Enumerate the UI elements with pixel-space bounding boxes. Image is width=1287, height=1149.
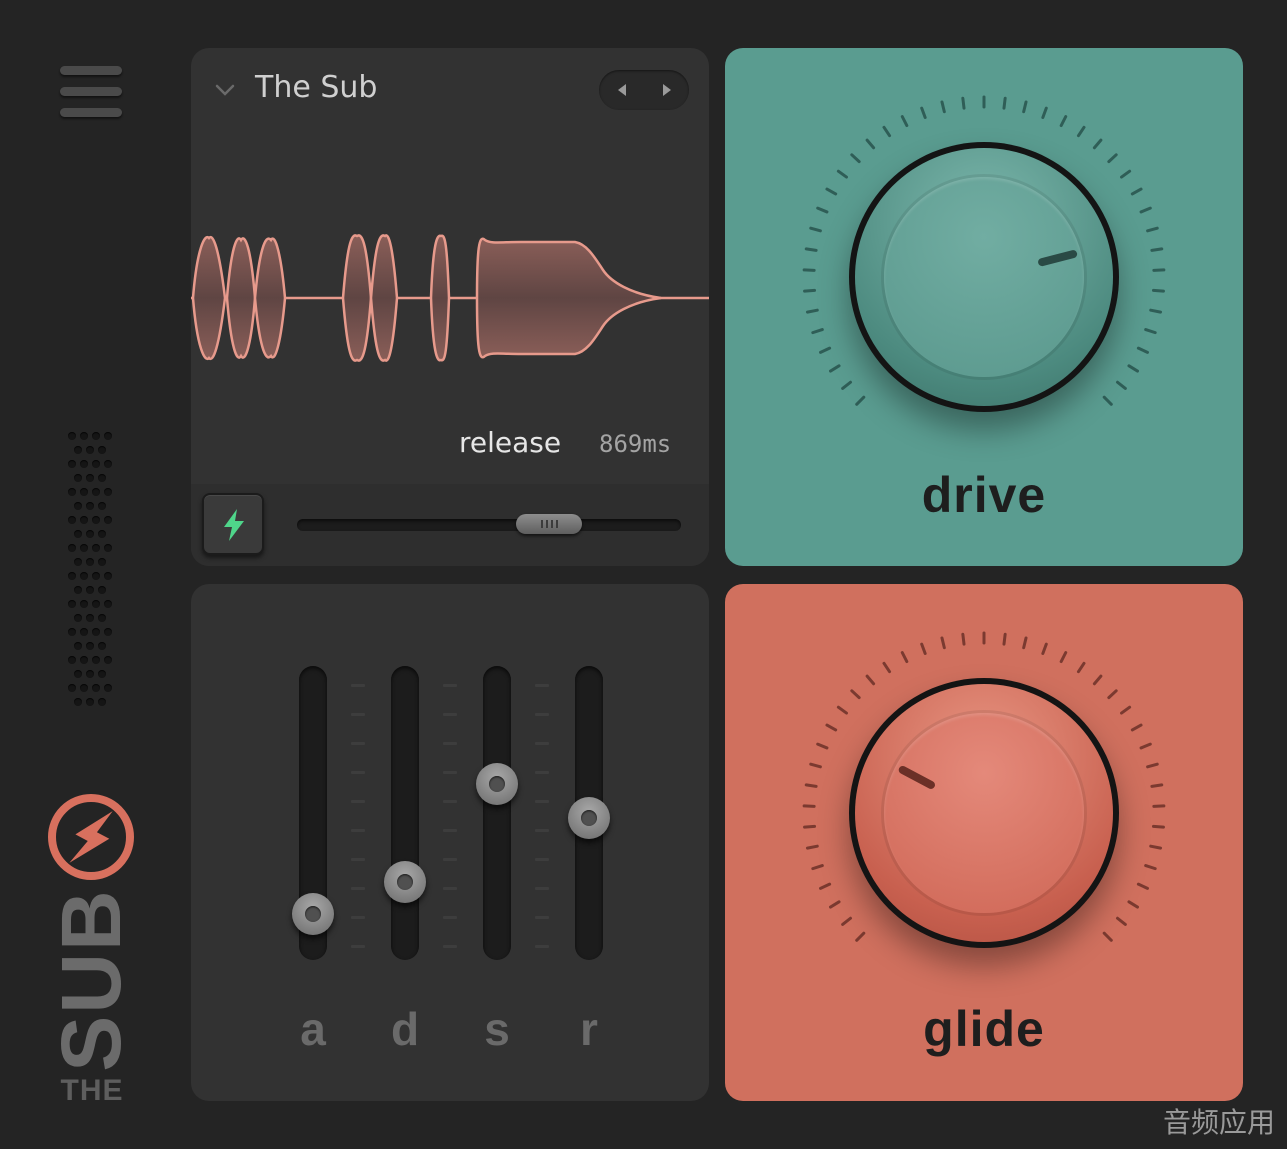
triangle-left-icon [616, 83, 628, 97]
logo-prefix: THE [54, 1074, 130, 1108]
speaker-grille [66, 432, 116, 718]
watermark: 音频应用 [1163, 1101, 1275, 1141]
chevron-down-icon[interactable] [215, 82, 235, 96]
glide-knob[interactable] [849, 678, 1119, 948]
glide-panel: glide [725, 584, 1243, 1101]
triangle-right-icon [661, 83, 673, 97]
fader-track-s[interactable] [483, 666, 511, 960]
control-bar [191, 484, 709, 566]
drive-panel: drive [725, 48, 1243, 566]
knob-pointer [855, 148, 1113, 406]
next-preset-button[interactable] [644, 70, 689, 110]
fader-label-s: s [467, 1002, 527, 1056]
fader-knob-r[interactable] [568, 797, 610, 839]
adsr-panel: adsr [191, 584, 709, 1101]
fader-ticks [351, 684, 365, 954]
prev-preset-button[interactable] [599, 70, 644, 110]
fader-ticks [535, 684, 549, 954]
hamburger-menu-icon[interactable] [60, 66, 122, 120]
glide-label: glide [725, 1000, 1243, 1058]
fader-label-r: r [559, 1002, 619, 1056]
fader-track-d[interactable] [391, 666, 419, 960]
fader-label-d: d [375, 1002, 435, 1056]
knob-pointer [855, 684, 1113, 942]
param-slider[interactable] [297, 519, 681, 531]
preset-name[interactable]: The Sub [255, 70, 377, 105]
slider-thumb[interactable] [516, 514, 582, 534]
fader-knob-d[interactable] [384, 861, 426, 903]
waveform [191, 228, 709, 368]
fader-ticks [443, 684, 457, 954]
preset-nav [599, 70, 689, 110]
param-value: 869ms [599, 430, 671, 458]
preset-panel: The Sub release 869ms [191, 48, 709, 566]
fader-knob-s[interactable] [476, 763, 518, 805]
drive-knob[interactable] [849, 142, 1119, 412]
lightning-icon [219, 508, 249, 542]
drive-label: drive [725, 466, 1243, 524]
fader-knob-a[interactable] [292, 893, 334, 935]
fader-label-a: a [283, 1002, 343, 1056]
bolt-toggle-button[interactable] [202, 493, 264, 555]
param-label: release [459, 426, 561, 459]
